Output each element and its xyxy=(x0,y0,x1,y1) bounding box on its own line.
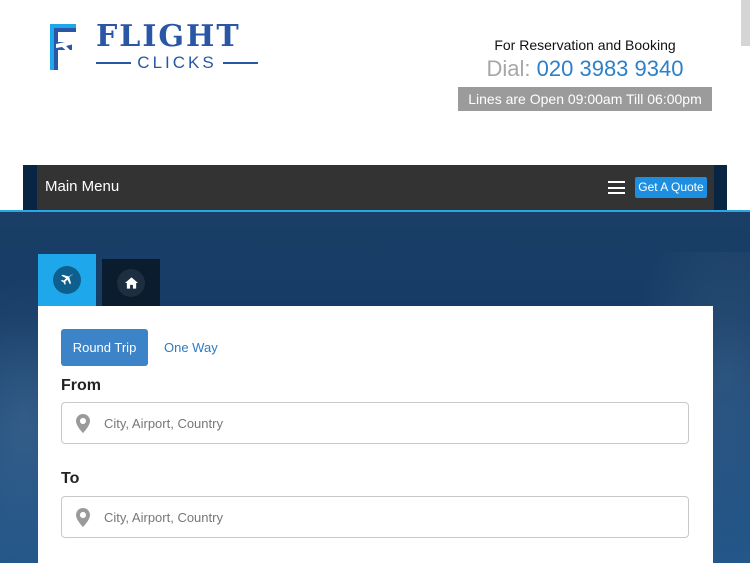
logo-word-clicks: CLICKS xyxy=(137,53,217,72)
location-pin-icon xyxy=(76,414,90,433)
reservation-text: For Reservation and Booking xyxy=(494,37,676,53)
contact-block: For Reservation and Booking Dial: 020 39… xyxy=(458,36,712,111)
main-menu-label[interactable]: Main Menu xyxy=(45,178,119,196)
dial-label: Dial: xyxy=(486,56,531,81)
main-navbar: Main Menu Get A Quote xyxy=(23,165,727,210)
tab-flights[interactable] xyxy=(38,254,96,306)
to-label: To xyxy=(61,470,80,487)
logo-f-plane-icon xyxy=(50,24,78,70)
location-pin-icon xyxy=(76,508,90,527)
from-field[interactable] xyxy=(61,402,689,444)
hamburger-icon[interactable] xyxy=(608,181,625,194)
hamburger-bar xyxy=(608,192,625,194)
one-way-link[interactable]: One Way xyxy=(164,329,218,366)
search-panel: Round Trip One Way From To xyxy=(38,306,713,563)
from-label: From xyxy=(61,377,101,394)
navbar-inner: Main Menu Get A Quote xyxy=(37,165,714,210)
logo-word-flight: FLIGHT xyxy=(96,19,241,54)
home-icon xyxy=(124,276,138,289)
hamburger-bar xyxy=(608,181,625,183)
page: FLIGHT CLICKS For Reservation and Bookin… xyxy=(0,0,750,563)
hamburger-bar xyxy=(608,186,625,189)
from-input[interactable] xyxy=(104,403,674,443)
dial-line: Dial: 020 3983 9340 xyxy=(458,55,712,83)
tab-hotels[interactable] xyxy=(102,259,160,306)
airplane-icon xyxy=(60,273,74,285)
site-header: FLIGHT CLICKS For Reservation and Bookin… xyxy=(0,0,750,165)
airplane-icon-circle xyxy=(53,266,81,294)
flight-clicks-logo[interactable]: FLIGHT CLICKS xyxy=(46,20,261,76)
logo-clicks-row: CLICKS xyxy=(96,53,259,72)
round-trip-button[interactable]: Round Trip xyxy=(61,329,148,366)
opening-hours: Lines are Open 09:00am Till 06:00pm xyxy=(458,87,712,111)
home-icon-circle xyxy=(117,268,145,297)
get-a-quote-button[interactable]: Get A Quote xyxy=(635,177,707,198)
scrollbar-thumb[interactable] xyxy=(741,0,750,46)
logo-divider-right xyxy=(222,62,259,64)
phone-number[interactable]: 020 3983 9340 xyxy=(537,56,684,81)
to-input[interactable] xyxy=(104,497,674,537)
to-field[interactable] xyxy=(61,496,689,538)
logo-divider-left xyxy=(96,62,132,64)
